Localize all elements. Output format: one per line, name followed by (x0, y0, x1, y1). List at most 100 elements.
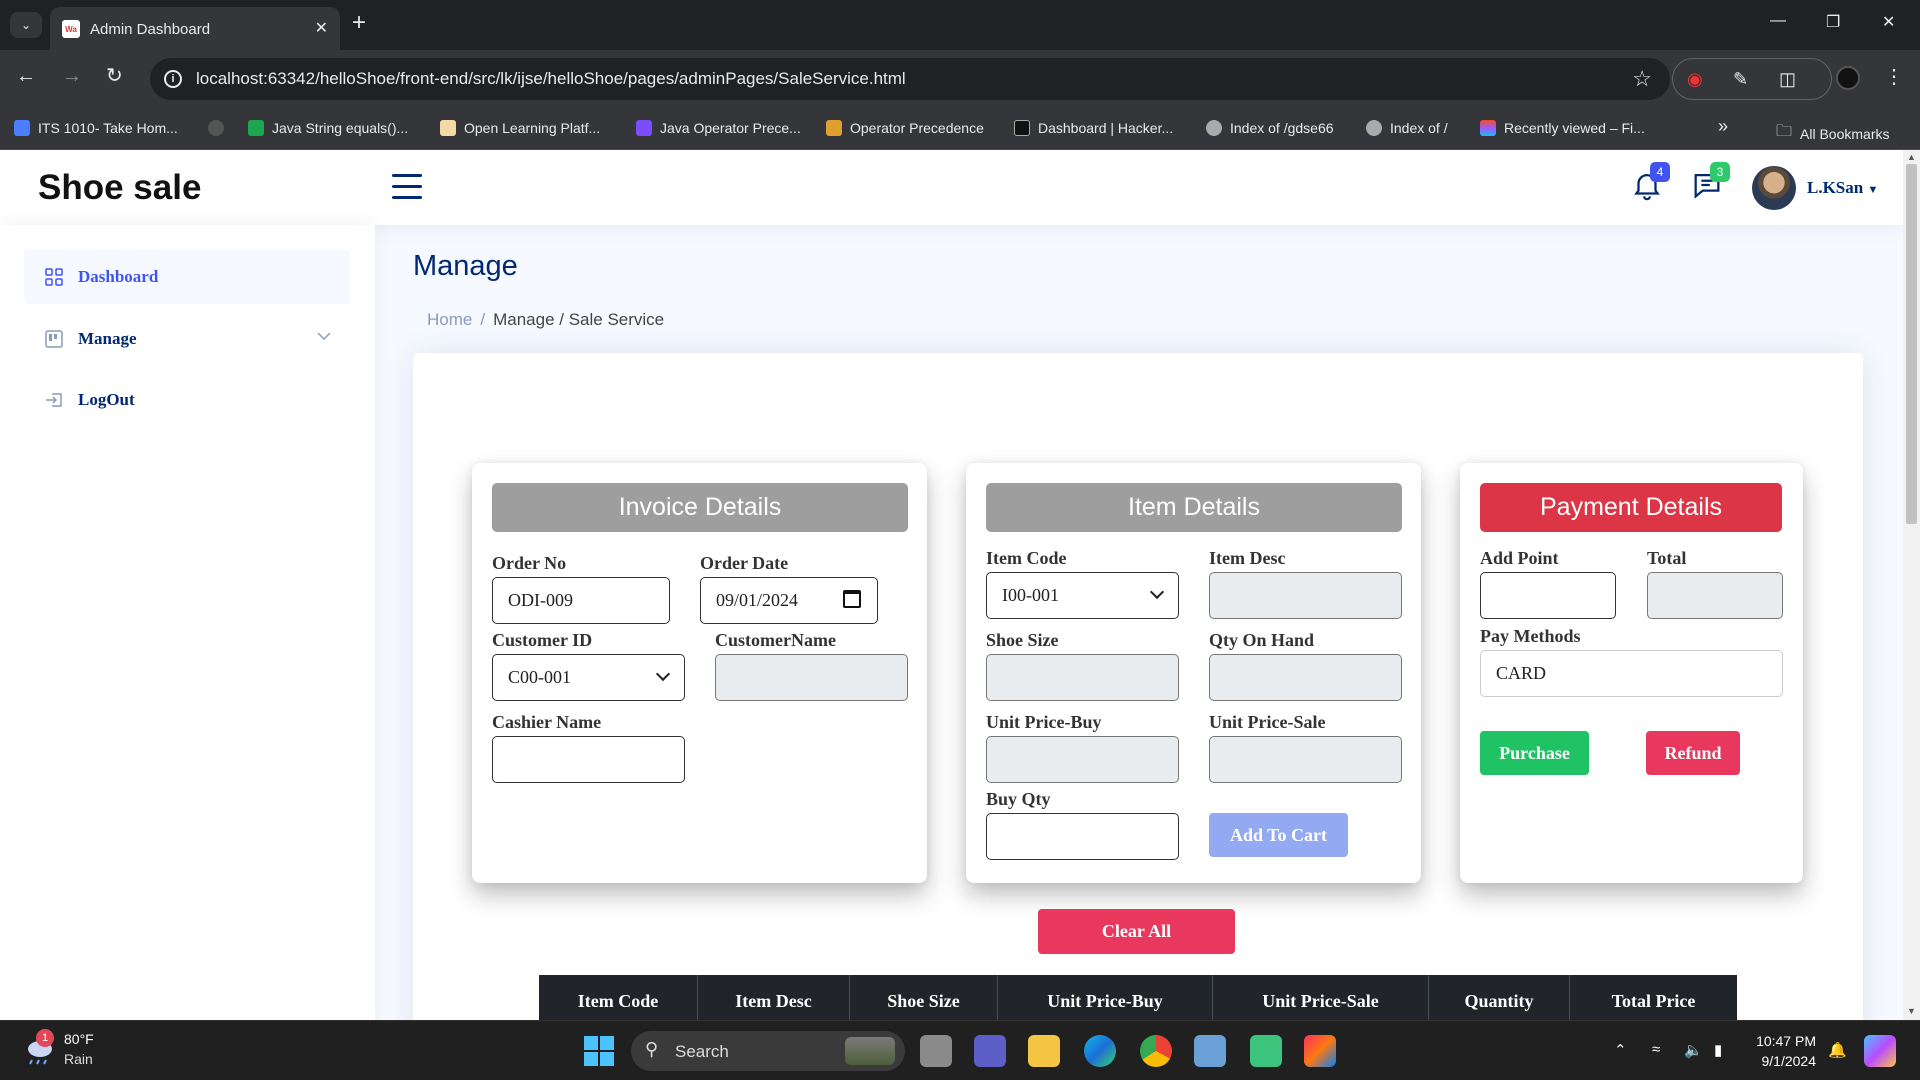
bookmark-item[interactable]: Index of / (1366, 120, 1448, 136)
extension-red-icon[interactable]: ◉ (1687, 69, 1703, 90)
messages-chat-icon[interactable]: 3 (1690, 162, 1730, 202)
item-desc-field[interactable] (1209, 572, 1402, 619)
bookmark-item[interactable]: Operator Precedence (826, 120, 984, 136)
address-bar[interactable]: i localhost:63342/helloShoe/front-end/sr… (150, 58, 1670, 100)
puzzle-icon[interactable]: ◫ (1779, 69, 1796, 90)
bookmark-item[interactable]: Java Operator Prece... (636, 120, 801, 136)
page-scrollbar[interactable]: ▲ ▼ (1903, 150, 1920, 1020)
calendar-icon[interactable] (843, 590, 861, 608)
task-view-icon[interactable] (920, 1035, 952, 1067)
item-code-select[interactable]: I00-001 (986, 572, 1179, 619)
table-header-quantity: Quantity (1429, 975, 1570, 1020)
wifi-icon[interactable]: ≈ (1652, 1041, 1660, 1058)
search-icon: ⚲ (645, 1039, 659, 1059)
restore-icon[interactable]: ❐ (1826, 12, 1840, 32)
chrome-icon[interactable] (1140, 1035, 1172, 1067)
bookmark-item[interactable]: ITS 1010- Take Hom... (14, 120, 178, 136)
bookmark-item[interactable]: Open Learning Platf... (440, 120, 600, 136)
menu-kebab-icon[interactable]: ⋮ (1884, 64, 1904, 89)
order-no-field[interactable]: ODI-009 (492, 577, 670, 624)
bookmark-item[interactable]: Dashboard | Hacker... (1014, 120, 1173, 136)
clear-all-button[interactable]: Clear All (1038, 909, 1235, 954)
forward-icon[interactable]: → (62, 66, 82, 86)
shoe-size-field[interactable] (986, 654, 1179, 701)
volume-icon[interactable]: 🔈 (1684, 1041, 1703, 1059)
sidebar: Dashboard Manage LogOut (0, 225, 375, 1020)
buy-qty-field[interactable] (986, 813, 1179, 860)
cashier-name-field[interactable] (492, 736, 685, 783)
teams-icon[interactable] (974, 1035, 1006, 1067)
avatar[interactable] (1752, 166, 1796, 210)
weather-rain-icon[interactable]: 1 (22, 1029, 56, 1067)
taskbar-search[interactable]: ⚲ Search (631, 1031, 905, 1071)
windows-start-icon[interactable] (584, 1036, 614, 1066)
logo[interactable]: Shoe sale (38, 168, 201, 208)
pay-methods-field[interactable]: CARD (1480, 650, 1783, 697)
sidebar-item-label: Dashboard (78, 267, 159, 286)
sidebar-item-logout[interactable]: LogOut (24, 373, 350, 427)
scrollbar-thumb[interactable] (1906, 164, 1917, 524)
breadcrumb-current: Manage / Sale Service (493, 310, 665, 329)
more-bookmarks-icon[interactable]: » (1718, 116, 1728, 137)
unit-price-buy-field[interactable] (986, 736, 1179, 783)
intellij-icon[interactable] (1304, 1035, 1336, 1067)
total-field[interactable] (1647, 572, 1783, 619)
notifications-bell-icon[interactable]: 4 (1630, 162, 1670, 202)
purchase-button[interactable]: Purchase (1480, 731, 1589, 775)
taskbar-clock[interactable]: 10:47 PM 9/1/2024 (1752, 1031, 1816, 1071)
order-date-field[interactable]: 09/01/2024 (700, 577, 878, 624)
customer-name-field[interactable] (715, 654, 908, 701)
battery-icon[interactable]: ▮ (1714, 1041, 1722, 1059)
window-close-icon[interactable]: ✕ (1882, 12, 1895, 32)
shoe-size-label: Shoe Size (986, 630, 1059, 650)
sidebar-item-dashboard[interactable]: Dashboard (24, 250, 350, 304)
scroll-down-icon[interactable]: ▼ (1907, 1006, 1916, 1016)
back-icon[interactable]: ← (16, 66, 36, 86)
eyedropper-icon[interactable]: ✎ (1733, 69, 1748, 90)
breadcrumb-home[interactable]: Home (427, 310, 472, 329)
user-dropdown[interactable]: L.KSan ▼ (1807, 178, 1878, 198)
notification-bell-icon[interactable]: 🔔 (1828, 1041, 1847, 1059)
app-icon[interactable] (1250, 1035, 1282, 1067)
toggle-sidebar-icon[interactable] (392, 174, 422, 200)
scroll-up-icon[interactable]: ▲ (1907, 152, 1916, 162)
browser-tab[interactable]: Wa Admin Dashboard ✕ (50, 7, 340, 50)
bookmark-item[interactable]: Java String equals()... (248, 120, 408, 136)
minimize-icon[interactable]: — (1770, 12, 1786, 30)
order-date-label: Order Date (700, 553, 789, 573)
bookmark-star-icon[interactable]: ☆ (1632, 66, 1652, 92)
copilot-icon[interactable] (1864, 1035, 1896, 1067)
item-code-value: I00-001 (1002, 585, 1059, 605)
bookmark-item[interactable]: Recently viewed – Fi... (1480, 120, 1645, 136)
tab-search-button[interactable]: ⌄ (10, 12, 42, 38)
bookmark-item[interactable] (208, 120, 224, 136)
site-info-icon[interactable]: i (164, 70, 182, 88)
table-header-unit-price-sale: Unit Price-Sale (1213, 975, 1429, 1020)
chevron-down-icon (316, 328, 332, 349)
search-highlight-icon (845, 1037, 895, 1065)
messages-badge: 3 (1710, 162, 1730, 182)
box-arrow-in-right-icon (44, 390, 64, 410)
tab-close-icon[interactable]: ✕ (315, 18, 328, 38)
all-bookmarks[interactable]: 🗀 All Bookmarks (1776, 120, 1889, 147)
reload-icon[interactable]: ↻ (106, 66, 123, 86)
refund-button[interactable]: Refund (1646, 731, 1740, 775)
item-code-label: Item Code (986, 548, 1067, 568)
unit-price-sale-field[interactable] (1209, 736, 1402, 783)
file-explorer-icon[interactable] (1028, 1035, 1060, 1067)
qty-on-hand-field[interactable] (1209, 654, 1402, 701)
show-hidden-icons[interactable]: ⌃ (1614, 1041, 1627, 1059)
photos-icon[interactable] (1194, 1035, 1226, 1067)
add-to-cart-button[interactable]: Add To Cart (1209, 813, 1348, 857)
new-tab-button[interactable]: + (352, 11, 366, 35)
sidebar-item-manage[interactable]: Manage (24, 312, 350, 366)
sidebar-item-label: LogOut (78, 390, 135, 409)
edge-icon[interactable] (1084, 1035, 1116, 1067)
profile-avatar[interactable] (1836, 66, 1860, 90)
add-point-field[interactable] (1480, 572, 1616, 619)
folder-icon: 🗀 (1776, 123, 1793, 140)
bookmark-label: Java Operator Prece... (660, 120, 801, 136)
chevron-down-icon (655, 666, 671, 682)
bookmark-item[interactable]: Index of /gdse66 (1206, 120, 1334, 136)
customer-id-select[interactable]: C00-001 (492, 654, 685, 701)
